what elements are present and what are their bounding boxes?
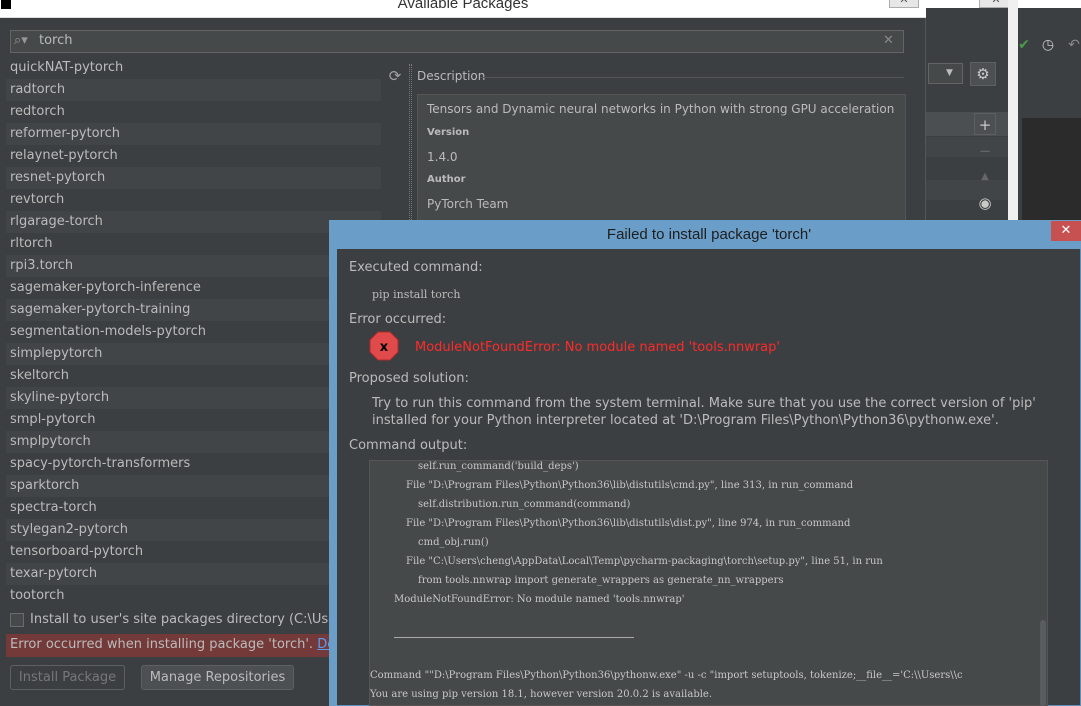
error-dialog-close-button[interactable]: ✕	[1051, 221, 1081, 241]
chevron-down-icon: ▼	[946, 68, 953, 78]
search-input[interactable]	[10, 30, 904, 53]
list-item[interactable]: segmentation-models-pytorch	[6, 321, 381, 343]
close-button[interactable]: ✕	[889, 0, 919, 8]
output-line: You are using pip version 18.1, however …	[370, 689, 713, 700]
site-packages-checkbox[interactable]	[10, 613, 24, 627]
output-line: self.distribution.run_command(command)	[418, 499, 631, 510]
error-dialog-frame	[329, 249, 337, 706]
output-line: ModuleNotFoundError: No module named 'to…	[394, 594, 685, 605]
list-item[interactable]: radtorch	[6, 79, 381, 101]
splitter-handle[interactable]	[409, 64, 412, 224]
divider	[480, 77, 904, 78]
output-line: cmd_obj.run()	[418, 537, 489, 548]
error-status-text: Error occurred when installing package '…	[10, 637, 366, 652]
clear-search-icon[interactable]: ✕	[883, 33, 894, 48]
version-label: Version	[427, 127, 470, 138]
list-item[interactable]: tensorboard-pytorch	[6, 541, 381, 563]
error-dialog-title: Failed to install package 'torch'	[606, 226, 812, 243]
list-item[interactable]: rpi3.torch	[6, 255, 381, 277]
refresh-icon[interactable]: ⟳	[386, 67, 404, 85]
output-scrollbar[interactable]	[1040, 620, 1046, 706]
list-item[interactable]: skyline-pytorch	[6, 387, 381, 409]
list-item[interactable]: quickNAT-pytorch	[6, 57, 381, 79]
list-item[interactable]: resnet-pytorch	[6, 167, 381, 189]
list-item[interactable]: relaynet-pytorch	[6, 145, 381, 167]
output-line: Command ""D:\Program Files\Python\Python…	[370, 670, 963, 681]
list-item[interactable]: texar-pytorch	[6, 563, 381, 585]
package-list[interactable]: quickNAT-pytorch radtorch redtorch reformer…	[6, 57, 381, 607]
search-value[interactable]: torch	[39, 33, 73, 48]
list-item[interactable]: tootorch	[6, 585, 381, 607]
proposed-solution-label: Proposed solution:	[349, 371, 469, 386]
description-text: Tensors and Dynamic neural networks in P…	[427, 102, 895, 116]
list-item[interactable]: stylegan2-pytorch	[6, 519, 381, 541]
remove-package-icon[interactable]: −	[974, 140, 996, 162]
executed-command: pip install torch	[372, 288, 461, 301]
command-output-label: Command output:	[349, 438, 468, 453]
author-label: Author	[427, 174, 466, 185]
list-item[interactable]: revtorch	[6, 189, 381, 211]
author-value: PyTorch Team	[427, 197, 509, 211]
site-packages-label: Install to user's site packages director…	[30, 612, 369, 627]
manage-repositories-button[interactable]: Manage Repositories	[141, 665, 294, 690]
error-icon: x	[369, 331, 399, 361]
install-package-button[interactable]: Install Package	[10, 665, 125, 690]
list-item[interactable]: rltorch	[6, 233, 381, 255]
list-item[interactable]: skeltorch	[6, 365, 381, 387]
proposed-solution-text: Try to run this command from the system …	[372, 396, 1036, 428]
error-occurred-label: Error occurred:	[349, 312, 447, 327]
add-package-icon[interactable]: +	[974, 113, 996, 135]
list-item[interactable]: smplpytorch	[6, 431, 381, 453]
list-item[interactable]: simplepytorch	[6, 343, 381, 365]
list-item[interactable]: sagemaker-pytorch-inference	[6, 277, 381, 299]
dialog-title: Available Packages	[397, 0, 529, 12]
output-line: File "C:\Users\cheng\AppData\Local\Temp\…	[406, 556, 883, 567]
background-editor-area	[1022, 118, 1081, 228]
output-line: self.run_command('build_deps')	[418, 461, 579, 472]
version-value: 1.4.0	[427, 150, 458, 164]
list-item[interactable]: spectra-torch	[6, 497, 381, 519]
commit-check-icon[interactable]: ✔	[1016, 37, 1032, 53]
executed-command-label: Executed command:	[349, 260, 483, 275]
error-icon-glyph: x	[380, 340, 389, 355]
output-line: File "D:\Program Files\Python\Python36\l…	[406, 480, 854, 491]
search-icon: ⌕▾	[14, 33, 28, 48]
list-item[interactable]: smpl-pytorch	[6, 409, 381, 431]
list-item[interactable]: sagemaker-pytorch-training	[6, 299, 381, 321]
output-line: File "D:\Program Files\Python\Python36\l…	[406, 518, 851, 529]
eye-icon[interactable]: ◉	[974, 192, 996, 214]
list-item[interactable]: sparktorch	[6, 475, 381, 497]
gear-icon[interactable]: ⚙	[970, 62, 996, 86]
description-heading: Description	[417, 69, 486, 83]
output-line: from tools.nnwrap import generate_wrappe…	[418, 575, 784, 586]
history-icon[interactable]: ◷	[1040, 37, 1056, 53]
list-item[interactable]: rlgarage-torch	[6, 211, 381, 233]
upgrade-package-icon[interactable]: ▲	[974, 166, 996, 188]
undo-icon[interactable]: ↶	[1066, 37, 1081, 53]
error-message: ModuleNotFoundError: No module named 'to…	[415, 340, 780, 355]
output-separator	[394, 637, 634, 638]
background-right-titlebar	[1018, 0, 1081, 8]
list-item[interactable]: spacy-pytorch-transformers	[6, 453, 381, 475]
list-item[interactable]: reformer-pytorch	[6, 123, 381, 145]
list-item[interactable]: redtorch	[6, 101, 381, 123]
